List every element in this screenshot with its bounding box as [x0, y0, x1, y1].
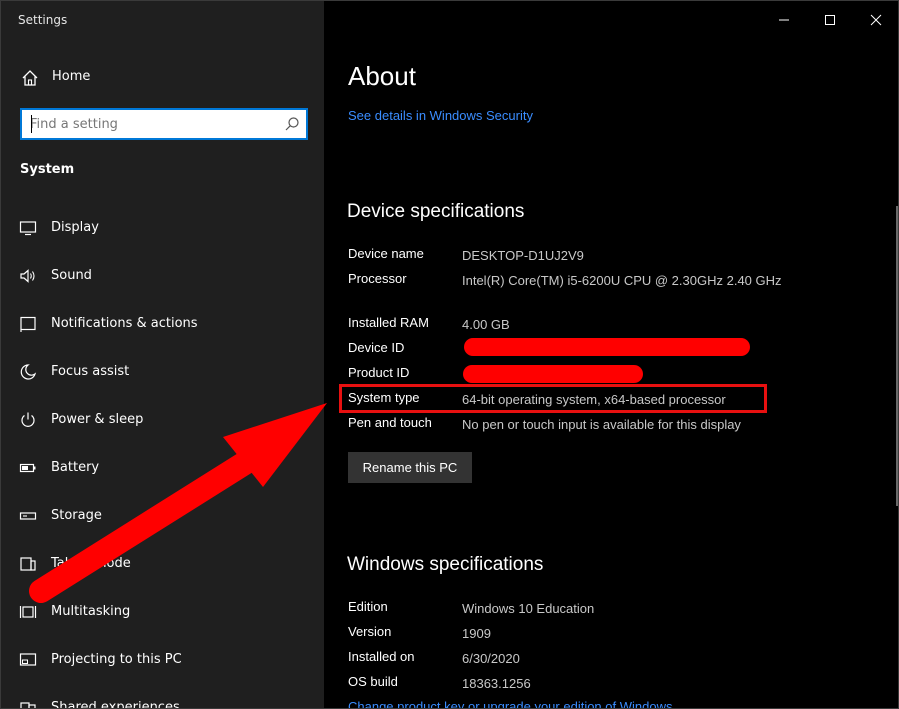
sidebar-item-sound[interactable]: Sound — [1, 253, 324, 301]
minimize-button[interactable] — [761, 1, 807, 39]
redaction-mark-device-id — [464, 338, 750, 356]
close-icon — [870, 14, 882, 26]
sidebar-item-notifications[interactable]: Notifications & actions — [1, 301, 324, 349]
search-box[interactable] — [20, 108, 308, 140]
sidebar-item-power-sleep[interactable]: Power & sleep — [1, 397, 324, 445]
notifications-icon — [20, 316, 36, 332]
spec-value: 18363.1256 — [462, 676, 531, 691]
change-product-key-link[interactable]: Change product key or upgrade your editi… — [348, 699, 672, 708]
settings-window: Settings Home System Display — [0, 0, 899, 709]
sidebar-item-label: Storage — [51, 508, 102, 523]
sidebar-item-tablet-mode[interactable]: Tablet mode — [1, 541, 324, 589]
spec-key: Processor — [348, 271, 407, 286]
rename-pc-button[interactable]: Rename this PC — [348, 452, 472, 483]
power-icon — [21, 412, 35, 427]
display-icon — [19, 221, 37, 236]
scrollbar[interactable] — [896, 206, 898, 506]
spec-key: OS build — [348, 674, 398, 689]
multitasking-icon — [19, 606, 37, 618]
spec-value: 4.00 GB — [462, 317, 510, 332]
sidebar-item-storage[interactable]: Storage — [1, 493, 324, 541]
windows-security-link[interactable]: See details in Windows Security — [348, 108, 533, 123]
sound-icon — [20, 269, 35, 283]
spec-key: Installed on — [348, 649, 415, 664]
sidebar-item-label: Notifications & actions — [51, 316, 198, 331]
home-nav-item[interactable]: Home — [1, 61, 324, 95]
spec-key: Version — [348, 624, 392, 639]
sidebar-item-shared-experiences[interactable]: Shared experiences — [1, 685, 324, 709]
sidebar-nav: Display Sound Notifications & actions Fo… — [1, 205, 324, 709]
sidebar-item-label: Battery — [51, 460, 100, 475]
search-input[interactable] — [30, 111, 280, 137]
storage-icon — [19, 512, 37, 520]
sidebar-item-label: Projecting to this PC — [51, 652, 182, 667]
focus-assist-icon — [20, 364, 37, 380]
spec-value: 6/30/2020 — [462, 651, 520, 666]
projecting-icon — [19, 653, 37, 666]
section-label-system: System — [20, 162, 75, 177]
home-label: Home — [52, 69, 91, 84]
home-icon — [22, 70, 38, 86]
windows-specs-heading: Windows specifications — [347, 554, 544, 575]
text-caret — [31, 115, 32, 133]
shared-experiences-icon — [20, 702, 36, 708]
battery-icon — [19, 463, 36, 473]
spec-key: Edition — [348, 599, 388, 614]
spec-value: DESKTOP-D1UJ2V9 — [462, 248, 584, 263]
redaction-mark-product-id — [463, 365, 643, 383]
system-type-highlight-box — [339, 384, 767, 413]
sidebar-item-multitasking[interactable]: Multitasking — [1, 589, 324, 637]
close-button[interactable] — [853, 1, 898, 39]
spec-key: Installed RAM — [348, 315, 429, 330]
sidebar-item-focus-assist[interactable]: Focus assist — [1, 349, 324, 397]
spec-value: No pen or touch input is available for t… — [462, 417, 741, 432]
tablet-mode-icon — [20, 557, 36, 571]
sidebar-item-display[interactable]: Display — [1, 205, 324, 253]
sidebar-item-label: Display — [51, 220, 99, 235]
spec-value: Windows 10 Education — [462, 601, 595, 616]
sidebar-item-label: Tablet mode — [51, 556, 131, 571]
spec-key: Product ID — [348, 365, 410, 380]
app-title: Settings — [18, 13, 68, 27]
sidebar: Settings Home System Display — [1, 1, 324, 709]
maximize-button[interactable] — [807, 1, 853, 39]
sidebar-item-label: Shared experiences — [51, 700, 180, 709]
device-specs-heading: Device specifications — [347, 201, 525, 222]
sidebar-item-label: Focus assist — [51, 364, 130, 379]
minimize-icon — [779, 19, 789, 21]
sidebar-item-battery[interactable]: Battery — [1, 445, 324, 493]
sidebar-item-label: Sound — [51, 268, 92, 283]
maximize-icon — [825, 15, 835, 25]
spec-value: 1909 — [462, 626, 491, 641]
page-title: About — [348, 61, 416, 91]
spec-value: Intel(R) Core(TM) i5-6200U CPU @ 2.30GHz… — [462, 273, 782, 288]
sidebar-item-projecting[interactable]: Projecting to this PC — [1, 637, 324, 685]
spec-key: Device name — [348, 246, 424, 261]
sidebar-item-label: Multitasking — [51, 604, 131, 619]
search-icon[interactable] — [284, 116, 300, 132]
sidebar-item-label: Power & sleep — [51, 412, 144, 427]
spec-key: Device ID — [348, 340, 405, 355]
spec-key: Pen and touch — [348, 415, 432, 430]
